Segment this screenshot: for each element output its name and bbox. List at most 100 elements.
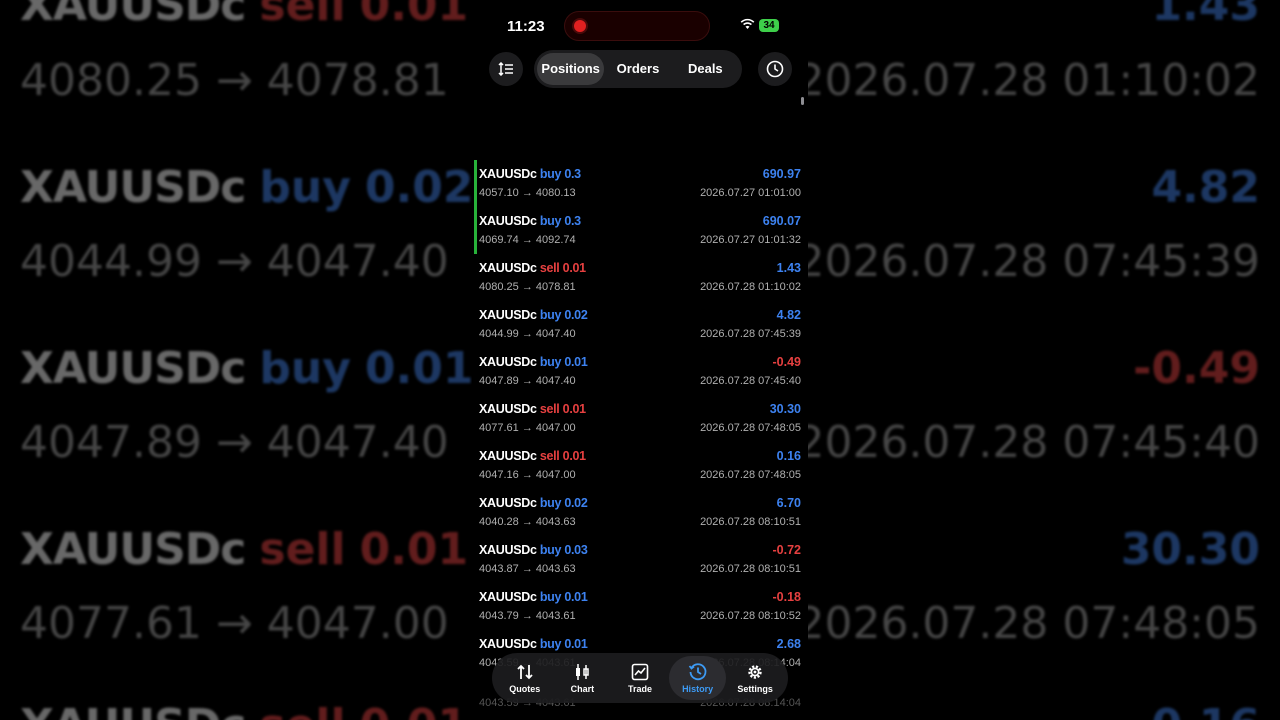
deal-title: XAUUSDc buy 0.02 [479,308,588,322]
deal-title: XAUUSDc buy 0.03 [479,543,588,557]
deal-row[interactable]: XAUUSDc buy 0.01 4047.89 → 4047.40 -0.49 20… [472,348,808,395]
segment-deals[interactable]: Deals [672,53,739,85]
deal-row[interactable]: XAUUSDc sell 0.01 4080.25 → 4078.81 1.43 20… [472,254,808,301]
deal-symbol: XAUUSDc [479,261,537,275]
tab-quotes[interactable]: Quotes [496,656,554,700]
segment-positions[interactable]: Positions [537,53,605,85]
candlestick-icon [573,662,591,682]
deal-row[interactable]: XAUUSDc buy 0.03 4043.87 → 4043.63 -0.72 20… [472,536,808,583]
deal-profit: 1.43 [776,261,801,275]
deal-profit: 30.30 [769,402,801,416]
deal-prices: 4043.87 → 4043.63 [479,563,576,575]
tab-label: Chart [570,684,595,694]
deal-prices: 4077.61 → 4047.00 [479,422,576,434]
deal-side: sell [539,261,560,275]
deal-time: 2026.07.28 07:45:39 [700,328,801,340]
deal-volume: 0.01 [564,590,588,604]
deal-side: buy [539,637,562,651]
deal-title: XAUUSDc buy 0.3 [479,214,581,228]
sort-icon [498,62,513,76]
period-button[interactable] [758,52,792,86]
sort-button[interactable] [489,52,523,86]
deal-side: buy [539,167,562,181]
background-text: 2026.07.28 01:10:02 [800,55,1260,106]
segment-orders[interactable]: Orders [604,53,671,85]
recording-icon [574,20,586,32]
background-text: 2026.07.28 07:48:05 [800,598,1260,649]
deal-row[interactable]: XAUUSDc buy 0.02 4040.28 → 4043.63 6.70 202… [472,489,808,536]
background-symbol: XAUUSDc [20,343,246,394]
deal-row[interactable]: XAUUSDc buy 0.3 4069.74 → 4092.74 690.07 20… [472,207,808,254]
background-text: 4077.61 → 4047.00 [20,598,449,649]
history-clock-icon [688,662,708,682]
wifi-icon [740,18,755,29]
tab-label: History [682,684,714,694]
deal-profit: 690.97 [762,167,801,181]
background-text: 1.43 [1151,0,1260,31]
deal-volume: 0.02 [564,308,588,322]
deal-row[interactable]: XAUUSDc buy 0.02 4044.99 → 4047.40 4.82 202… [472,301,808,348]
background-line: 0.16 [1151,700,1260,720]
tab-history[interactable]: History [668,656,727,700]
background-line: 4047.89 → 4047.40 [20,417,449,469]
deal-side: buy [539,496,562,510]
tab-settings[interactable]: Settings [726,656,784,700]
deal-profit: 6.70 [776,496,801,510]
deal-symbol: XAUUSDc [479,543,537,557]
deal-row[interactable]: XAUUSDc sell 0.01 4077.61 → 4047.00 30.30 2… [472,395,808,442]
deal-symbol: XAUUSDc [479,637,537,651]
background-volume: 0.01 [359,524,469,575]
quotes-arrows-icon [516,662,534,682]
deal-title: XAUUSDc buy 0.02 [479,496,588,510]
background-line: 2026.07.28 07:45:39 [800,236,1260,288]
deal-list: XAUUSDc buy 0.3 4057.10 → 4080.13 690.97 20… [472,160,808,677]
background-symbol: XAUUSDc [20,0,246,31]
deal-side: buy [539,543,562,557]
scroll-indicator[interactable] [801,97,804,105]
deal-symbol: XAUUSDc [479,449,537,463]
tab-chart[interactable]: Chart [554,656,612,700]
deal-symbol: XAUUSDc [479,496,537,510]
view-segmented-control: Positions Orders Deals [534,50,742,88]
deal-row[interactable]: XAUUSDc buy 0.3 4057.10 → 4080.13 690.97 20… [472,160,808,207]
deal-time: 2026.07.27 01:01:00 [700,187,801,199]
deal-profit: 0.16 [776,449,801,463]
deal-row[interactable]: XAUUSDc buy 0.01 4043.79 → 4043.61 -0.18 20… [472,583,808,630]
tab-trade[interactable]: Trade [611,656,669,700]
deal-volume: 0.01 [564,637,588,651]
deal-prices: 4057.10 → 4080.13 [479,187,576,199]
deal-volume: 0.01 [562,261,586,275]
tab-label: Quotes [509,684,541,694]
deal-side: sell [539,449,560,463]
deal-row[interactable]: XAUUSDc sell 0.01 4047.16 → 4047.00 0.16 20… [472,442,808,489]
deal-volume: 0.02 [564,496,588,510]
background-side: buy [259,343,351,394]
deal-volume: 0.01 [562,449,586,463]
dynamic-island [564,11,710,41]
background-text: -0.49 [1133,343,1260,394]
background-volume: 0.02 [364,162,472,213]
phone-screen: 11:23 34 Positions Orders Deals XAUUSDc … [472,0,808,720]
deal-symbol: XAUUSDc [479,355,537,369]
background-text: 4044.99 → 4047.40 [20,236,449,287]
deal-profit: 4.82 [776,308,801,322]
background-side: buy [259,162,351,213]
background-side: sell [259,700,345,720]
background-line: 2026.07.28 07:45:40 [800,417,1260,469]
background-line: 1.43 [1151,0,1260,32]
background-right-panel: 1.43 2026.07.28 01:10:02 4.82 2026.07.28 07… [800,0,1280,720]
background-left-panel: XAUUSDc sell 0.01 4080.25 → 4078.81 XAUUSD… [0,0,472,720]
deal-prices: 4047.16 → 4047.00 [479,469,576,481]
selection-marker [474,160,477,207]
deal-profit: -0.18 [772,590,802,604]
tab-label: Trade [627,684,652,694]
background-line: XAUUSDc buy 0.01 [20,343,472,395]
deal-time: 2026.07.28 08:10:51 [700,563,801,575]
deal-prices: 4047.89 → 4047.40 [479,375,576,387]
background-symbol: XAUUSDc [20,700,246,720]
background-volume: 0.01 [360,700,469,720]
deal-side: sell [539,402,560,416]
status-time: 11:23 [507,18,545,35]
deal-side: buy [539,355,562,369]
selection-marker [474,207,477,254]
